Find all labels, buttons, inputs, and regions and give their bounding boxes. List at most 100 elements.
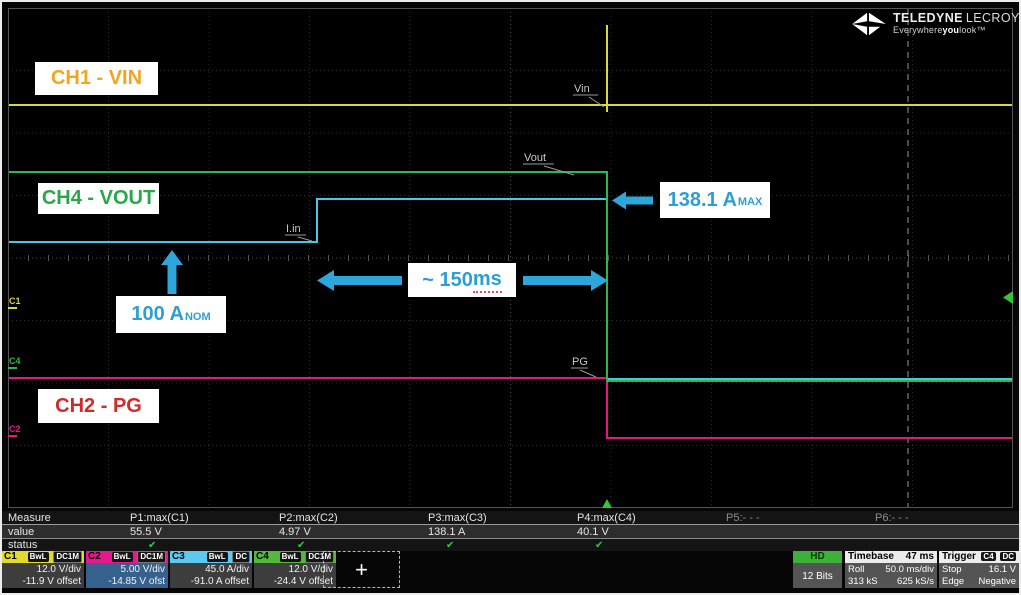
callout-ch1-vin-text: CH1 - VIN [51, 67, 142, 90]
callout-ch1-vin: CH1 - VIN [35, 62, 158, 95]
c2-scale: 5.00 V/div [86, 564, 165, 576]
c4-name: C4 [256, 551, 269, 562]
c4-bandwidth-badge: BwL [280, 552, 301, 562]
acquisition-mode-box[interactable]: HD 12 Bits [793, 550, 842, 588]
measure-p1-value: 55.5 V [126, 526, 275, 538]
hd-bits-label: 12 Bits [802, 571, 833, 582]
arrow-up-icon [160, 250, 184, 294]
channel-descriptor-c1[interactable]: C1 BwL DC1M 12.0 V/div -11.9 V offset [2, 550, 84, 588]
value-row-label: value [0, 526, 126, 538]
tagline-pre: Everywhere [893, 25, 943, 35]
timebase-position: 47 ms [906, 551, 934, 562]
callout-current-max: 138.1 AMAX [660, 182, 770, 218]
callout-ch4-vout: CH4 - VOUT [38, 183, 159, 214]
measure-p5[interactable]: P5:- - - [722, 512, 871, 524]
trigger-box[interactable]: Trigger C4 DC Stop 16.1 V Edge Negative [939, 550, 1019, 588]
c1-name: C1 [4, 551, 17, 562]
c1-zero-marker[interactable]: C1 [9, 296, 21, 306]
add-trace-button[interactable]: + [323, 551, 400, 588]
teledyne-lecroy-logo: TELEDYNELECROY Everywhereyoulook™ [852, 10, 1020, 38]
measure-p3-value: 138.1 A [424, 526, 573, 538]
trigger-source-badge: C4 [981, 552, 995, 561]
iin-leader-line [298, 237, 312, 241]
status-row-label: status [0, 539, 126, 551]
measure-p4-status-icon: ✔ [573, 540, 722, 551]
measure-row-label: Measure [0, 512, 126, 524]
trigger-level: 16.1 V [989, 564, 1016, 576]
vout-leader-line [544, 166, 574, 175]
c1-bandwidth-badge: BwL [28, 552, 49, 562]
timebase-mode: Roll [848, 564, 864, 576]
trigger-mode: Stop [942, 564, 962, 576]
waveform-grid: Vin Vout I.in PG C1 C4 C2 [8, 8, 1013, 508]
measure-p2-value: 4.97 V [275, 526, 424, 538]
timebase-title: Timebase [848, 551, 894, 562]
c2-bandwidth-badge: BwL [112, 552, 133, 562]
measure-p2[interactable]: P2:max(C2) [275, 512, 424, 524]
time-unit: ms [473, 268, 502, 293]
measure-p3-status-icon: ✔ [424, 540, 573, 551]
tagline-bold: you [943, 25, 960, 35]
c3-name: C3 [172, 551, 185, 562]
c4-scale: 12.0 V/div [254, 564, 333, 576]
arrow-right-span-icon [523, 269, 608, 292]
channel-descriptor-c3[interactable]: C3 BwL DC 45.0 A/div -91.0 A offset [170, 550, 252, 588]
logo-text: TELEDYNELECROY Everywhereyoulook™ [893, 12, 1020, 36]
brand-name-secondary: LECROY [966, 11, 1020, 25]
vout-trace-label: Vout [524, 152, 546, 164]
trigger-coupling-badge: DC [1000, 552, 1016, 561]
c2-coupling-badge: DC1M [137, 551, 166, 563]
teledyne-logo-icon [852, 10, 886, 38]
c3-bandwidth-badge: BwL [207, 552, 228, 562]
measure-value-row: value 55.5 V 4.97 V 138.1 A 40.1 V [0, 525, 1021, 539]
timebase-box[interactable]: Timebase 47 ms Roll 50.0 ms/div 313 kS 6… [845, 550, 937, 588]
c2-offset: -14.85 V ofst [86, 576, 165, 588]
time-value: ~ 150 [422, 269, 473, 292]
measure-p1[interactable]: P1:max(C1) [126, 512, 275, 524]
iin-trace-label: I.in [286, 223, 301, 235]
c2-zero-marker[interactable]: C2 [9, 424, 21, 434]
callout-current-nominal: 100 ANOM [116, 296, 226, 333]
inom-value: 100 A [131, 303, 184, 326]
trigger-title: Trigger [942, 551, 976, 562]
hd-mode-label: HD [810, 551, 824, 562]
timebase-scale: 50.0 ms/div [885, 564, 934, 576]
trigger-type: Edge [942, 576, 964, 588]
measure-p1-status-icon: ✔ [126, 540, 275, 551]
callout-holdup-time: ~ 150 ms [408, 263, 516, 297]
inom-subscript: NOM [185, 311, 211, 323]
measure-p2-status-icon: ✔ [275, 540, 424, 551]
callout-ch2-pg: CH2 - PG [38, 389, 159, 423]
callout-ch4-vout-text: CH4 - VOUT [42, 187, 155, 210]
tagline-post: look™ [959, 25, 986, 35]
imax-value: 138.1 A [668, 189, 737, 212]
measure-p4-value: 40.1 V [573, 526, 722, 538]
c1-offset: -11.9 V offset [2, 576, 81, 588]
measure-p3[interactable]: P3:max(C3) [424, 512, 573, 524]
measure-table: Measure P1:max(C1) P2:max(C2) P3:max(C3)… [0, 511, 1021, 551]
oscilloscope-screen: Vin Vout I.in PG C1 C4 C2 [0, 0, 1021, 595]
arrow-left-icon [612, 191, 653, 210]
c3-scale: 45.0 A/div [170, 564, 249, 576]
channel-descriptor-c2[interactable]: C2 BwL DC1M 5.00 V/div -14.85 V ofst [86, 550, 168, 588]
c4-zero-marker[interactable]: C4 [9, 356, 21, 366]
arrow-left-span-icon [317, 269, 402, 292]
trigger-slope: Negative [979, 576, 1017, 588]
vin-trace-label: Vin [574, 83, 590, 95]
c1-coupling-badge: DC1M [53, 551, 82, 563]
trigger-level-marker[interactable] [1003, 291, 1013, 304]
pg-leader-line [580, 370, 596, 377]
timebase-samples: 313 kS [848, 576, 878, 588]
measure-status-row: status ✔ ✔ ✔ ✔ [0, 539, 1021, 551]
measure-p4[interactable]: P4:max(C4) [573, 512, 722, 524]
measure-p6[interactable]: P6:- - - [871, 512, 1020, 524]
timebase-rate: 625 kS/s [897, 576, 934, 588]
c4-offset: -24.4 V offset [254, 576, 333, 588]
measure-header-row: Measure P1:max(C1) P2:max(C2) P3:max(C3)… [0, 511, 1021, 525]
plus-icon: + [355, 557, 368, 583]
c1-scale: 12.0 V/div [2, 564, 81, 576]
c3-offset: -91.0 A offset [170, 576, 249, 588]
pg-trace-label: PG [572, 356, 588, 368]
imax-subscript: MAX [738, 196, 762, 208]
c3-coupling-badge: DC [232, 551, 250, 563]
